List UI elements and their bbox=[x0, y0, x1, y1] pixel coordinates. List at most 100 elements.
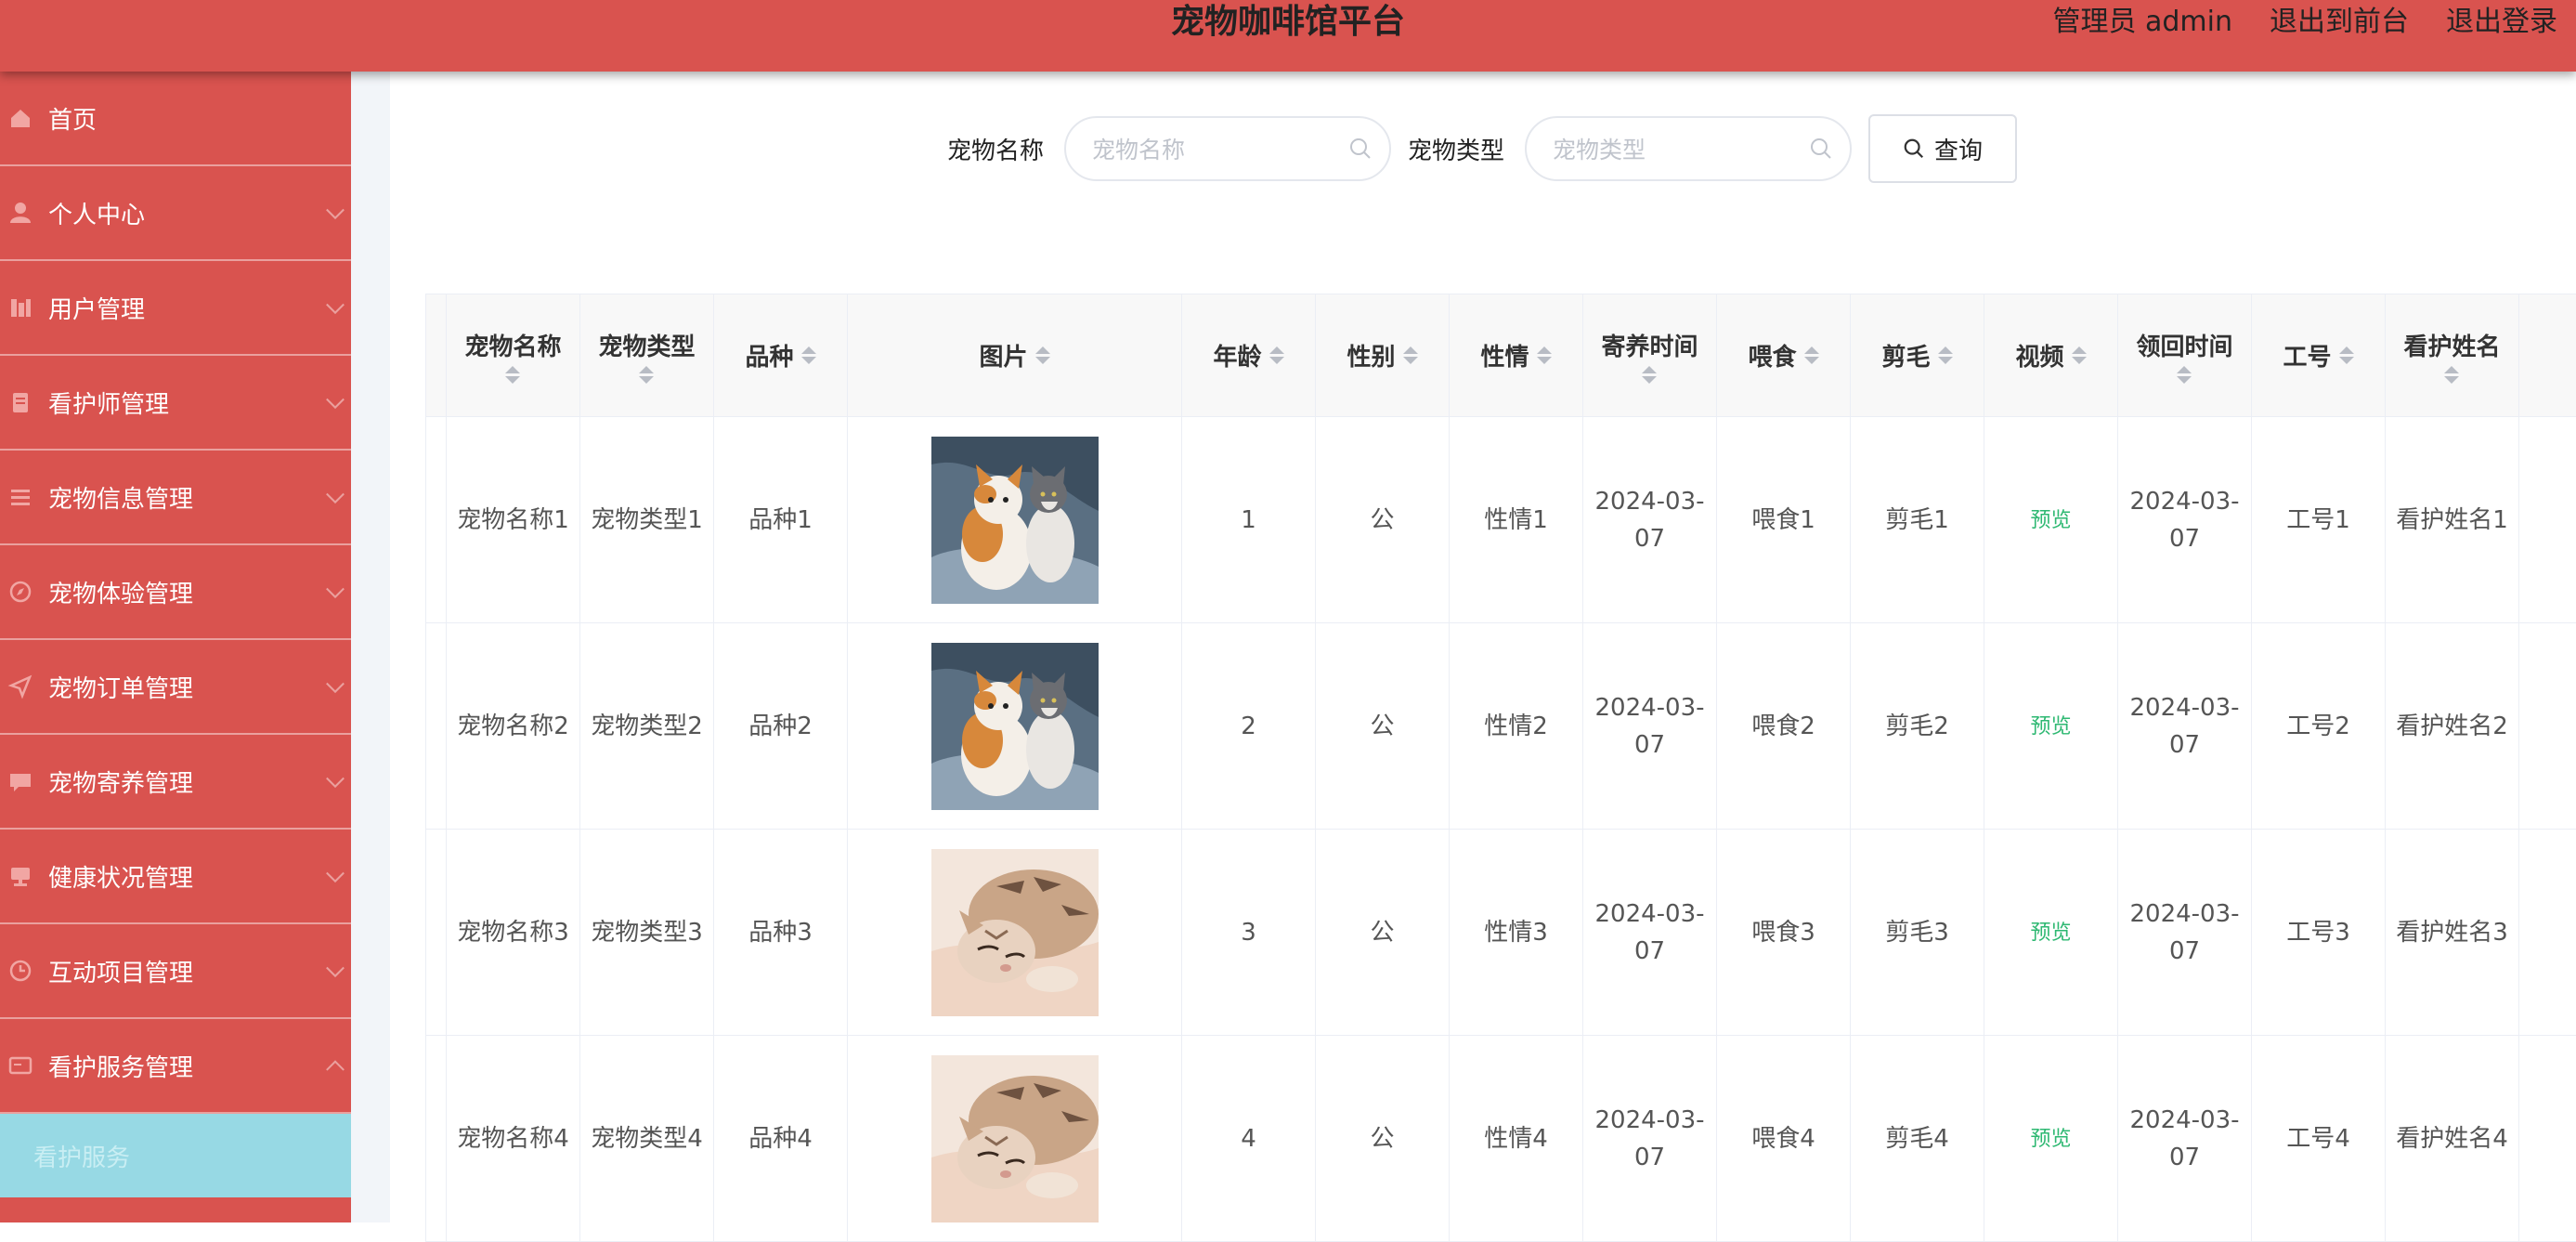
cell-sex: 公 bbox=[1316, 1036, 1450, 1242]
pet-type-input[interactable] bbox=[1527, 118, 1796, 181]
cell-text: 2024-03-07 bbox=[1594, 1106, 1704, 1171]
col-header-pet-name[interactable]: 宠物名称 bbox=[447, 294, 580, 417]
sidebar-item-6[interactable]: 宠物订单管理 bbox=[0, 640, 351, 735]
sidebar-item-8[interactable]: 健康状况管理 bbox=[0, 830, 351, 924]
sort-icon[interactable] bbox=[505, 366, 520, 384]
col-header-feed[interactable]: 喂食 bbox=[1717, 294, 1851, 417]
cell-age: 3 bbox=[1182, 830, 1316, 1036]
user-icon bbox=[7, 200, 33, 226]
col-header-label: 宠物名称 bbox=[464, 328, 561, 362]
chevron-down-icon bbox=[326, 674, 345, 693]
sort-icon[interactable] bbox=[2177, 366, 2192, 384]
sidebar-item-0[interactable]: 首页 bbox=[0, 72, 351, 166]
chevron-down-icon bbox=[326, 201, 345, 219]
cell-return-time: 2024-03-07 bbox=[2118, 417, 2252, 623]
logout-link[interactable]: 退出登录 bbox=[2427, 0, 2576, 48]
cell-text: 2024-03-07 bbox=[1594, 488, 1704, 553]
cell-foster-time: 2024-03-07 bbox=[1583, 1036, 1717, 1242]
table-trailing-cell bbox=[2519, 623, 2576, 830]
col-header-temper[interactable]: 性情 bbox=[1450, 294, 1583, 417]
cell-feed: 喂食2 bbox=[1717, 623, 1851, 830]
cell-video: 预览 bbox=[1984, 830, 2118, 1036]
sort-icon[interactable] bbox=[1035, 346, 1050, 364]
cell-text: 看护姓名1 bbox=[2396, 506, 2508, 534]
table-trailing-cell bbox=[2519, 1036, 2576, 1242]
sort-icon[interactable] bbox=[1804, 346, 1819, 364]
cell-age: 4 bbox=[1182, 1036, 1316, 1242]
table-lead-cell bbox=[426, 623, 447, 830]
sidebar-item-1[interactable]: 个人中心 bbox=[0, 166, 351, 261]
cell-staff-no: 工号3 bbox=[2252, 830, 2386, 1036]
sort-icon[interactable] bbox=[639, 366, 654, 384]
sidebar-item-10[interactable]: 看护服务管理 bbox=[0, 1019, 351, 1114]
cell-temper: 性情2 bbox=[1450, 623, 1583, 830]
sort-icon[interactable] bbox=[2444, 366, 2459, 384]
sidebar-item-3[interactable]: 看护师管理 bbox=[0, 356, 351, 451]
search-icon bbox=[1809, 137, 1833, 161]
cell-text: 性情1 bbox=[1484, 506, 1548, 534]
sort-icon[interactable] bbox=[801, 346, 816, 364]
sidebar-item-label: 首页 bbox=[48, 101, 97, 136]
cell-groom: 剪毛4 bbox=[1851, 1036, 1984, 1242]
sidebar-menu: 首页个人中心用户管理看护师管理宠物信息管理宠物体验管理宠物订单管理宠物寄养管理健… bbox=[0, 72, 351, 1114]
col-header-staff-no[interactable]: 工号 bbox=[2252, 294, 2386, 417]
col-header-image[interactable]: 图片 bbox=[848, 294, 1182, 417]
cell-image bbox=[848, 417, 1182, 623]
sidebar-item-label: 宠物信息管理 bbox=[48, 480, 193, 515]
cell-groom: 剪毛1 bbox=[1851, 417, 1984, 623]
pet-type-field bbox=[1525, 116, 1852, 181]
pet-name-input[interactable] bbox=[1066, 118, 1335, 181]
cell-text: 宠物类型1 bbox=[591, 506, 703, 534]
col-header-video[interactable]: 视频 bbox=[1984, 294, 2118, 417]
table-row: 宠物名称3宠物类型3品种33公性情32024-03-07喂食3剪毛3预览2024… bbox=[426, 830, 2576, 1036]
submenu-item-care-service[interactable]: 看护服务 bbox=[0, 1114, 351, 1197]
sidebar-item-2[interactable]: 用户管理 bbox=[0, 261, 351, 356]
query-button[interactable]: 查询 bbox=[1868, 114, 2017, 183]
sort-icon[interactable] bbox=[1537, 346, 1552, 364]
sidebar-item-4[interactable]: 宠物信息管理 bbox=[0, 451, 351, 545]
col-header-breed[interactable]: 品种 bbox=[714, 294, 848, 417]
sort-icon[interactable] bbox=[1269, 346, 1284, 364]
col-header-label: 工号 bbox=[2283, 338, 2331, 373]
cell-text: 工号2 bbox=[2286, 713, 2350, 740]
cell-video: 预览 bbox=[1984, 623, 2118, 830]
sidebar-item-9[interactable]: 互动项目管理 bbox=[0, 924, 351, 1019]
sort-icon[interactable] bbox=[1938, 346, 1953, 364]
cell-text: 剪毛3 bbox=[1885, 919, 1949, 947]
cell-text: 剪毛2 bbox=[1885, 713, 1949, 740]
sidebar-item-7[interactable]: 宠物寄养管理 bbox=[0, 735, 351, 830]
col-header-foster-time[interactable]: 寄养时间 bbox=[1583, 294, 1717, 417]
col-header-sex[interactable]: 性别 bbox=[1316, 294, 1450, 417]
cell-caretaker: 看护姓名2 bbox=[2386, 623, 2519, 830]
cell-temper: 性情3 bbox=[1450, 830, 1583, 1036]
video-preview-link[interactable]: 预览 bbox=[2030, 715, 2071, 739]
submenu-label: 看护服务 bbox=[33, 1139, 130, 1173]
video-preview-link[interactable]: 预览 bbox=[2030, 1128, 2071, 1151]
cell-pet-type: 宠物类型4 bbox=[580, 1036, 714, 1242]
cell-text: 2024-03-07 bbox=[2129, 900, 2239, 965]
col-header-return-time[interactable]: 领回时间 bbox=[2118, 294, 2252, 417]
cell-image bbox=[848, 830, 1182, 1036]
cell-text: 2024-03-07 bbox=[1594, 900, 1704, 965]
col-header-age[interactable]: 年龄 bbox=[1182, 294, 1316, 417]
col-header-pet-type[interactable]: 宠物类型 bbox=[580, 294, 714, 417]
sort-icon[interactable] bbox=[2072, 346, 2087, 364]
cell-pet-type: 宠物类型2 bbox=[580, 623, 714, 830]
sort-icon[interactable] bbox=[1403, 346, 1418, 364]
exit-to-front-link[interactable]: 退出到前台 bbox=[2251, 0, 2427, 48]
col-header-groom[interactable]: 剪毛 bbox=[1851, 294, 1984, 417]
video-preview-link[interactable]: 预览 bbox=[2030, 922, 2071, 945]
col-header-label: 图片 bbox=[979, 338, 1027, 373]
video-preview-link[interactable]: 预览 bbox=[2030, 509, 2071, 532]
list-icon bbox=[7, 484, 33, 510]
sidebar-item-label: 个人中心 bbox=[48, 196, 145, 230]
sort-icon[interactable] bbox=[1642, 366, 1657, 384]
col-header-caretaker[interactable]: 看护姓名 bbox=[2386, 294, 2519, 417]
cell-text: 工号3 bbox=[2286, 919, 2350, 947]
table-trailing-cell bbox=[2519, 417, 2576, 623]
cell-text: 宠物类型4 bbox=[591, 1125, 703, 1153]
sidebar-item-5[interactable]: 宠物体验管理 bbox=[0, 545, 351, 640]
cell-pet-name: 宠物名称4 bbox=[447, 1036, 580, 1242]
sort-icon[interactable] bbox=[2339, 346, 2354, 364]
chat-icon bbox=[7, 768, 33, 794]
